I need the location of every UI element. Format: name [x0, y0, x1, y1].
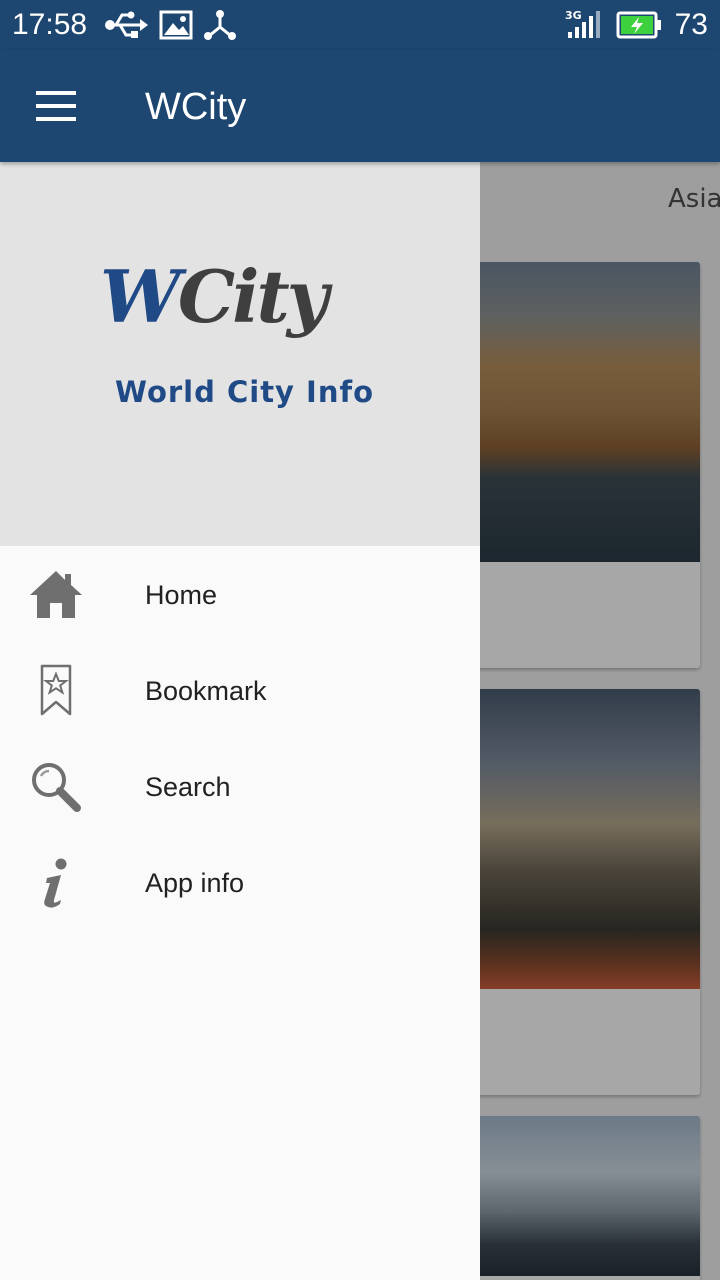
battery-charging-icon	[616, 11, 662, 43]
hamburger-menu-icon[interactable]	[26, 76, 86, 136]
drawer-item-label: Search	[145, 772, 231, 802]
drawer-item-label: Home	[145, 580, 218, 610]
navigation-drawer: WCity World City Info Home Bookmark Sear…	[0, 162, 480, 1280]
share-node-icon	[203, 9, 237, 45]
drawer-item-bookmark[interactable]: Bookmark	[0, 643, 480, 739]
bookmark-star-icon	[28, 664, 84, 718]
usb-icon	[104, 9, 148, 45]
drawer-item-label: Bookmark	[145, 676, 267, 706]
screen: Asia 17:58 3G 73 WCity WCity World City …	[0, 0, 720, 1280]
search-icon	[28, 760, 84, 814]
home-icon	[28, 568, 84, 622]
logo-tagline: World City Info	[115, 375, 375, 409]
battery-percent: 73	[674, 8, 708, 41]
drawer-item-label: App info	[145, 868, 245, 898]
status-time: 17:58	[12, 8, 88, 41]
drawer-item-app-info[interactable]: App info	[0, 835, 480, 931]
drawer-menu: Home Bookmark Search App info	[0, 546, 480, 931]
logo-wordmark: WCity	[100, 254, 329, 339]
drawer-item-home[interactable]: Home	[0, 547, 480, 643]
info-icon	[28, 856, 84, 910]
signal-3g-icon: 3G	[564, 8, 604, 46]
app-bar: WCity	[0, 50, 720, 162]
drawer-header: WCity World City Info	[0, 162, 480, 546]
wcity-logo: WCity World City Info	[100, 257, 390, 417]
drawer-item-search[interactable]: Search	[0, 739, 480, 835]
image-icon	[159, 9, 193, 45]
app-title: WCity	[145, 86, 247, 128]
status-bar: 17:58 3G 73	[0, 0, 720, 50]
svg-text:3G: 3G	[565, 9, 582, 22]
